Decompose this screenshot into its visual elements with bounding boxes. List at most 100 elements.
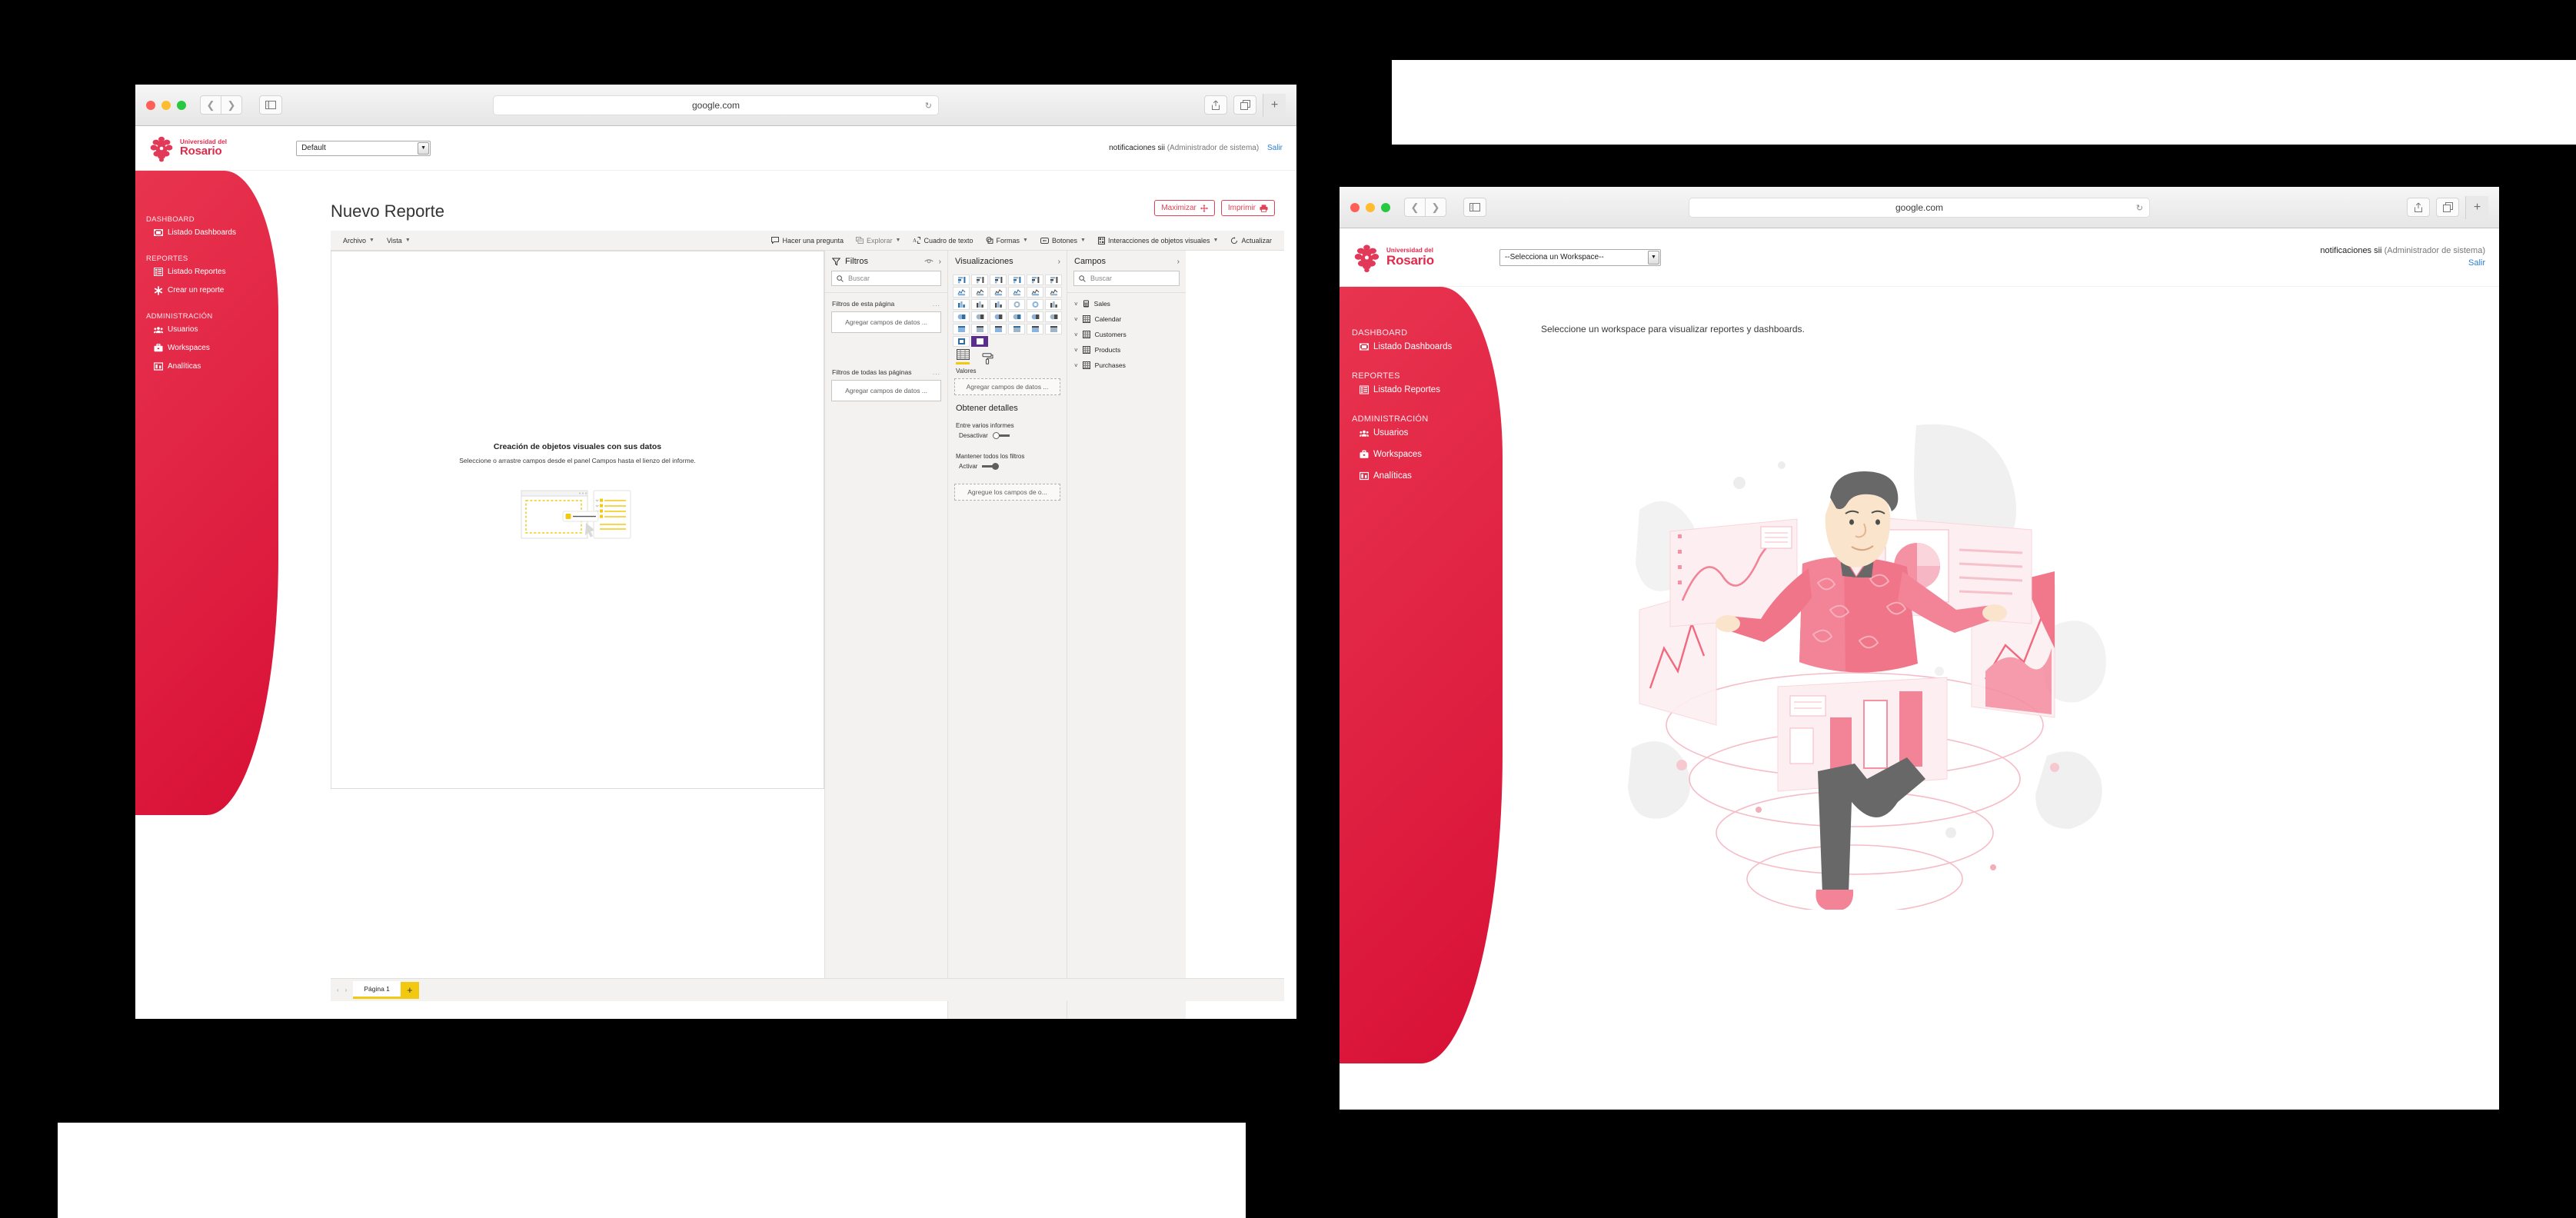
visualization-type-treemap-icon[interactable] (1045, 299, 1062, 310)
filters-pane-tools[interactable]: › (924, 258, 941, 266)
visualization-type-combo3-icon[interactable] (1045, 287, 1062, 298)
close-window-button[interactable] (1350, 202, 1360, 212)
visualization-type-decomp-icon[interactable] (1008, 324, 1025, 334)
report-canvas-area[interactable]: Creación de objetos visuales con sus dat… (331, 251, 824, 997)
workspace-select-report[interactable]: Default ▼ (296, 140, 431, 156)
filters-pane[interactable]: Filtros › Buscar Filtros de esta página … (824, 251, 947, 989)
browser-chrome-right-tools[interactable]: + (2407, 195, 2488, 219)
fields-table-row[interactable]: ˅ Products (1067, 342, 1186, 358)
visualization-type-bars2-icon[interactable] (990, 275, 1007, 285)
visualization-pane-tabs[interactable] (948, 347, 1067, 364)
maximize-window-button[interactable] (1381, 202, 1390, 212)
filters-search-input[interactable]: Buscar (831, 271, 941, 286)
page-next-icon[interactable]: › (345, 987, 348, 993)
visualization-type-bars-icon[interactable] (971, 275, 988, 285)
visualization-type-area-icon[interactable] (971, 287, 988, 298)
sidebar-report[interactable]: DASHBOARD Listado Dashboards REPORTES Li… (135, 171, 278, 815)
sidebar-item-workspaces[interactable]: Workspaces (154, 344, 278, 352)
window-traffic-lights[interactable] (146, 100, 186, 110)
eye-icon[interactable] (924, 258, 934, 265)
workspace-select-workspace[interactable]: --Selecciona un Workspace-- ▼ (1499, 248, 1661, 266)
visualization-type-area2-icon[interactable] (990, 287, 1007, 298)
visualization-type-bars4-icon[interactable] (1027, 275, 1043, 285)
ribbon-formas[interactable]: Formas ▼ (980, 237, 1034, 245)
ribbon-cuadro-de-texto[interactable]: A Cuadro de texto (907, 237, 979, 245)
fields-search-input[interactable]: Buscar (1073, 271, 1180, 286)
visualization-type-card-icon[interactable] (1008, 311, 1025, 322)
visualization-type-filled-map-icon[interactable] (971, 311, 988, 322)
chevron-right-icon[interactable]: › (1058, 258, 1060, 266)
tabs-icon[interactable] (2436, 198, 2459, 217)
fields-table-row[interactable]: ˅ Sales (1067, 296, 1186, 311)
forward-button[interactable]: ❯ (1425, 198, 1446, 217)
new-tab-button[interactable]: + (1263, 93, 1286, 117)
new-tab-button[interactable]: + (2465, 195, 2488, 219)
ribbon-actualizar[interactable]: Actualizar (1224, 236, 1278, 245)
window-traffic-lights[interactable] (1350, 202, 1390, 212)
forward-button[interactable]: ❯ (221, 95, 242, 115)
visualization-type-custom-icon[interactable] (971, 336, 988, 347)
visualization-type-combo2-icon[interactable] (1027, 287, 1043, 298)
fields-table-row[interactable]: ˅ Customers (1067, 327, 1186, 342)
logout-link[interactable]: Salir (1267, 144, 1283, 152)
page-tab-pagina-1[interactable]: Página 1 (353, 981, 401, 999)
chevron-down-icon[interactable]: ▼ (418, 141, 430, 155)
chevron-down-icon[interactable]: ˅ (1074, 331, 1078, 338)
add-page-button[interactable]: + (400, 981, 419, 999)
share-icon[interactable] (2407, 198, 2430, 217)
more-options-icon[interactable]: ... (933, 368, 940, 376)
sidebar-item-listado-dashboards[interactable]: Listado Dashboards (1360, 342, 1503, 351)
visualization-type-qna-icon[interactable] (1045, 324, 1062, 334)
sidebar-item-crear-un-reporte[interactable]: Crear un reporte (154, 285, 278, 295)
sidebar-item-usuarios[interactable]: Usuarios (154, 325, 278, 334)
drill-dropzone[interactable]: Agregue los campos de o... (954, 484, 1060, 501)
chevron-down-icon[interactable]: ˅ (1074, 347, 1078, 354)
address-bar[interactable]: google.com ↻ (493, 95, 939, 115)
fields-table-row[interactable]: ˅ Purchases (1067, 358, 1186, 373)
browser-chrome-right-tools[interactable]: + (1204, 93, 1286, 117)
visualization-type-matrix-icon[interactable] (990, 324, 1007, 334)
sidebar-item-workspaces[interactable]: Workspaces (1360, 450, 1503, 459)
browser-nav-buttons[interactable]: ❮ ❯ (1404, 198, 1446, 217)
ribbon-hacer-una-pregunta[interactable]: Hacer una pregunta (765, 237, 850, 245)
visualization-type-bars3-icon[interactable] (1008, 275, 1025, 285)
fields-table-row[interactable]: ˅ Calendar (1067, 311, 1186, 327)
sidebar-item-analiticas[interactable]: Analíticas (154, 362, 278, 371)
chevron-down-icon[interactable]: ˅ (1074, 362, 1078, 369)
minimize-window-button[interactable] (1366, 202, 1375, 212)
maximize-window-button[interactable] (177, 100, 186, 110)
ribbon-explorar[interactable]: Explorar ▼ (850, 237, 907, 245)
visualization-type-slicer-icon[interactable] (953, 324, 970, 334)
share-icon[interactable] (1204, 95, 1227, 115)
ribbon-vista[interactable]: Vista ▼ (381, 237, 417, 245)
visualization-type-script-icon[interactable] (953, 336, 970, 347)
visualization-type-bars6-icon[interactable] (953, 299, 970, 310)
visualization-type-scatter-icon[interactable] (990, 299, 1007, 310)
visualization-type-grid[interactable] (948, 271, 1067, 347)
page-nav-arrows[interactable]: ‹ › (331, 987, 353, 993)
sidebar-workspace[interactable]: DASHBOARD Listado Dashboards REPORTES Li… (1340, 287, 1503, 1063)
ribbon-interacciones[interactable]: Interacciones de objetos visuales ▼ (1092, 236, 1225, 245)
browser-window-report[interactable]: ❮ ❯ google.com ↻ + Universidad del Rosar… (135, 85, 1296, 1019)
filters-all-pages-dropzone[interactable]: Agregar campos de datos ... (831, 380, 941, 401)
browser-window-workspace[interactable]: ❮ ❯ google.com ↻ + Universidad del Rosar… (1340, 187, 2499, 1110)
visualizations-pane[interactable]: Visualizaciones › Valores Agregar campos… (947, 251, 1067, 1019)
chevron-right-icon[interactable]: › (1177, 258, 1180, 266)
chevron-right-icon[interactable]: › (939, 258, 941, 266)
chevron-down-icon[interactable]: ˅ (1074, 301, 1078, 308)
back-button[interactable]: ❮ (1404, 198, 1426, 217)
visualization-type-M1,9 h3 v2 h-3z|M1,5 h5 v3 h-5z|M1,1 h7 v3 h-7z-icon[interactable] (953, 275, 970, 285)
visualization-type-multirow-icon[interactable] (1027, 311, 1043, 322)
maximizar-button[interactable]: Maximizar (1154, 200, 1215, 216)
minimize-window-button[interactable] (161, 100, 171, 110)
sidebar-item-listado-dashboards[interactable]: Listado Dashboards (154, 228, 278, 237)
visualization-type-gauge-icon[interactable] (990, 311, 1007, 322)
cross-report-toggle[interactable] (992, 432, 1010, 439)
more-options-icon[interactable]: ... (933, 300, 940, 308)
reload-icon[interactable]: ↻ (2136, 203, 2143, 213)
drill-cross-report-toggle-row[interactable]: Desactivar (948, 432, 1067, 439)
drill-keep-filters-toggle-row[interactable]: Activar (948, 463, 1067, 470)
chevron-down-icon[interactable]: ▼ (1647, 250, 1659, 265)
page-prev-icon[interactable]: ‹ (337, 987, 339, 993)
sidebar-toggle-icon[interactable] (1463, 198, 1486, 217)
